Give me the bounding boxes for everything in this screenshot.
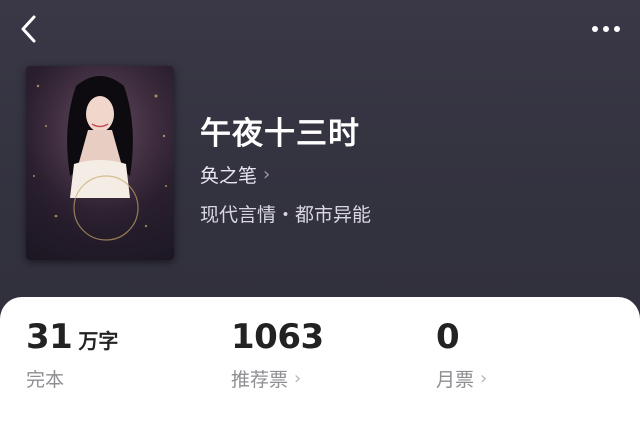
more-button[interactable] [586,18,626,40]
monthly-vote-label: 月票 [436,369,475,391]
top-bar [0,0,640,60]
back-button[interactable] [14,14,44,44]
book-cover[interactable] [26,66,174,260]
genre-tags: 现代言情・都市异能 [200,204,372,226]
stats-panel: 31 万字 完本 1063 推荐票 › 0 月票 › [0,297,640,422]
chevron-right-icon: › [263,163,271,185]
more-dots-icon [592,26,598,32]
chevron-left-icon [21,15,36,43]
word-count-stat: 31 万字 完本 [26,317,118,392]
recommend-vote-value: 1063 [231,317,324,357]
author-name: 奂之笔 [200,165,258,187]
status-label: 完本 [26,369,65,391]
cover-art [26,66,174,260]
recommend-vote-stat[interactable]: 1063 推荐票 › [231,317,324,392]
monthly-vote-stat[interactable]: 0 月票 › [436,317,487,392]
more-dot [614,26,620,32]
book-title: 午夜十三时 [200,116,360,152]
more-dot [603,26,609,32]
monthly-vote-value: 0 [436,317,460,357]
chevron-right-icon: › [480,368,488,389]
chevron-right-icon: › [294,368,302,389]
author-link[interactable]: 奂之笔 › [200,161,270,188]
recommend-vote-label: 推荐票 [231,369,289,391]
word-count-unit: 万字 [78,329,119,353]
word-count-value: 31 [26,317,73,357]
